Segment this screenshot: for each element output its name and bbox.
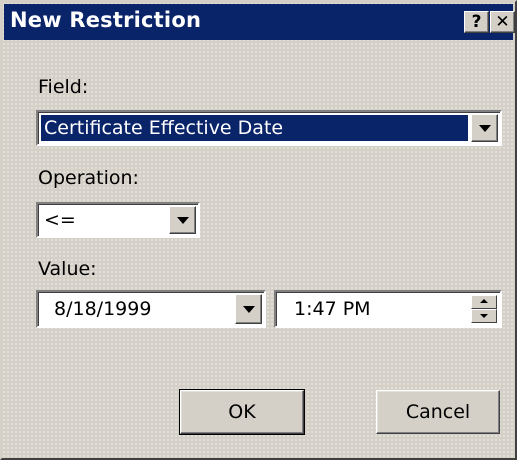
title-bar[interactable]: New Restriction ? ✕ <box>4 4 515 40</box>
new-restriction-dialog: New Restriction ? ✕ Field: Certificate E… <box>0 0 517 460</box>
help-button[interactable]: ? <box>464 11 489 33</box>
dialog-title: New Restriction <box>10 8 202 32</box>
field-select[interactable]: Certificate Effective Date <box>36 110 502 146</box>
close-icon: ✕ <box>495 12 510 32</box>
operation-dropdown-button[interactable] <box>169 206 196 234</box>
value-label: Value: <box>38 258 97 280</box>
time-value[interactable]: 1:47 PM <box>294 298 371 320</box>
operation-selected-value: <= <box>44 209 76 231</box>
date-dropdown-button[interactable] <box>235 294 262 324</box>
date-value: 8/18/1999 <box>54 298 152 320</box>
date-picker[interactable]: 8/18/1999 <box>36 290 266 328</box>
field-selected-value: Certificate Effective Date <box>41 115 468 141</box>
help-icon: ? <box>471 12 482 32</box>
cancel-button[interactable]: Cancel <box>376 390 500 434</box>
time-picker[interactable]: 1:47 PM <box>274 290 502 328</box>
close-button[interactable]: ✕ <box>490 11 515 33</box>
spin-up-icon[interactable] <box>471 295 497 309</box>
operation-select[interactable]: <= <box>36 202 200 238</box>
operation-label: Operation: <box>38 167 139 189</box>
spin-down-icon[interactable] <box>471 309 497 323</box>
field-dropdown-button[interactable] <box>471 114 498 142</box>
ok-button[interactable]: OK <box>179 389 305 435</box>
time-spinner[interactable] <box>471 295 497 323</box>
field-label: Field: <box>38 76 89 98</box>
